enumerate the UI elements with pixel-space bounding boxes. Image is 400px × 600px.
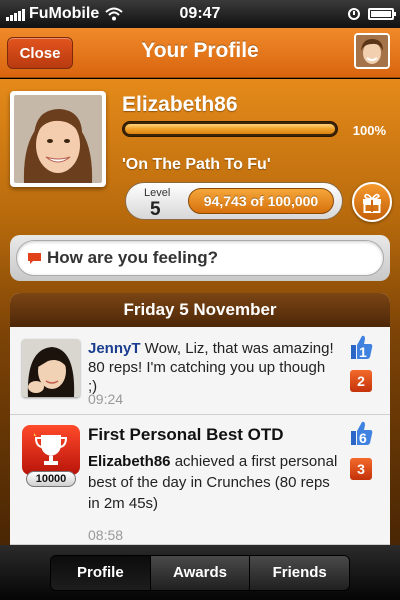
feed-title: First Personal Best OTD [88, 425, 284, 444]
alarm-clock-icon [348, 8, 360, 20]
points-counter: 94,743 of 100,000 [188, 188, 334, 214]
level-indicator: Level 5 94,743 of 100,000 [125, 182, 343, 220]
like-count: 6 [359, 430, 367, 446]
progress-percent: 100% [352, 123, 386, 138]
tab-friends[interactable]: Friends [250, 555, 349, 590]
avatar[interactable] [354, 33, 390, 69]
award-badge-label: 10000 [26, 471, 76, 487]
level-label: Level [144, 187, 171, 199]
activity-feed: Friday 5 November JennyT Wow, Liz, that … [10, 293, 390, 545]
feed-author[interactable]: Elizabeth86 [88, 453, 171, 470]
speech-bubble-icon [28, 252, 41, 264]
segmented-tabs: Profile Awards Friends [50, 554, 350, 591]
profile-face-icon [14, 95, 102, 183]
feed-date-header: Friday 5 November [10, 293, 390, 327]
gift-button[interactable] [352, 182, 392, 222]
feed-timestamp: 08:58 [88, 527, 124, 543]
award-badge[interactable]: 10000 [22, 425, 80, 491]
gift-icon [363, 193, 381, 213]
feed-actions: 1 2 [348, 333, 378, 392]
feed-actions: 6 3 [348, 419, 378, 480]
trophy-icon [33, 433, 68, 465]
battery-icon [368, 8, 396, 20]
page-title: Your Profile [141, 39, 259, 62]
friend-avatar[interactable] [22, 339, 80, 397]
list-item[interactable]: 10000 First Personal Best OTD Elizabeth8… [10, 415, 390, 545]
list-item[interactable]: JennyT Wow, Liz, that was amazing! 80 re… [10, 327, 390, 415]
navigation-bar: Close Your Profile [0, 28, 400, 78]
comment-count-badge[interactable]: 2 [350, 370, 372, 392]
feed-message: Elizabeth86 achieved a first personal be… [88, 451, 338, 514]
close-button[interactable]: Close [7, 37, 73, 69]
level-value: 5 [150, 199, 161, 220]
level-progress-fill [125, 124, 335, 134]
like-count: 1 [359, 344, 367, 360]
status-time: 09:47 [179, 5, 221, 22]
tab-awards[interactable]: Awards [150, 555, 251, 590]
status-update-box[interactable]: How are you feeling? [10, 235, 390, 281]
like-button[interactable]: 1 [348, 333, 374, 361]
profile-screen: Elizabeth86 100% 'On The Path To Fu' Lev… [0, 79, 400, 545]
feed-message: JennyT Wow, Liz, that was amazing! 80 re… [88, 339, 338, 396]
friend-face-icon [22, 339, 80, 397]
level-progress-bar [122, 121, 338, 137]
profile-photo[interactable] [10, 91, 106, 187]
feed-timestamp: 09:24 [88, 391, 124, 407]
profile-tagline: 'On The Path To Fu' [122, 156, 271, 173]
tab-profile[interactable]: Profile [51, 555, 151, 590]
status-bar: FuMobile 09:47 [0, 0, 400, 28]
profile-username: Elizabeth86 [122, 93, 238, 116]
tab-bar: Profile Awards Friends [0, 545, 400, 600]
status-update-prompt: How are you feeling? [47, 248, 218, 267]
status-update-input[interactable]: How are you feeling? [16, 240, 384, 276]
comment-count-badge[interactable]: 3 [350, 458, 372, 480]
feed-author[interactable]: JennyT [88, 340, 141, 357]
like-button[interactable]: 6 [348, 419, 374, 447]
avatar-face-icon [356, 35, 388, 67]
